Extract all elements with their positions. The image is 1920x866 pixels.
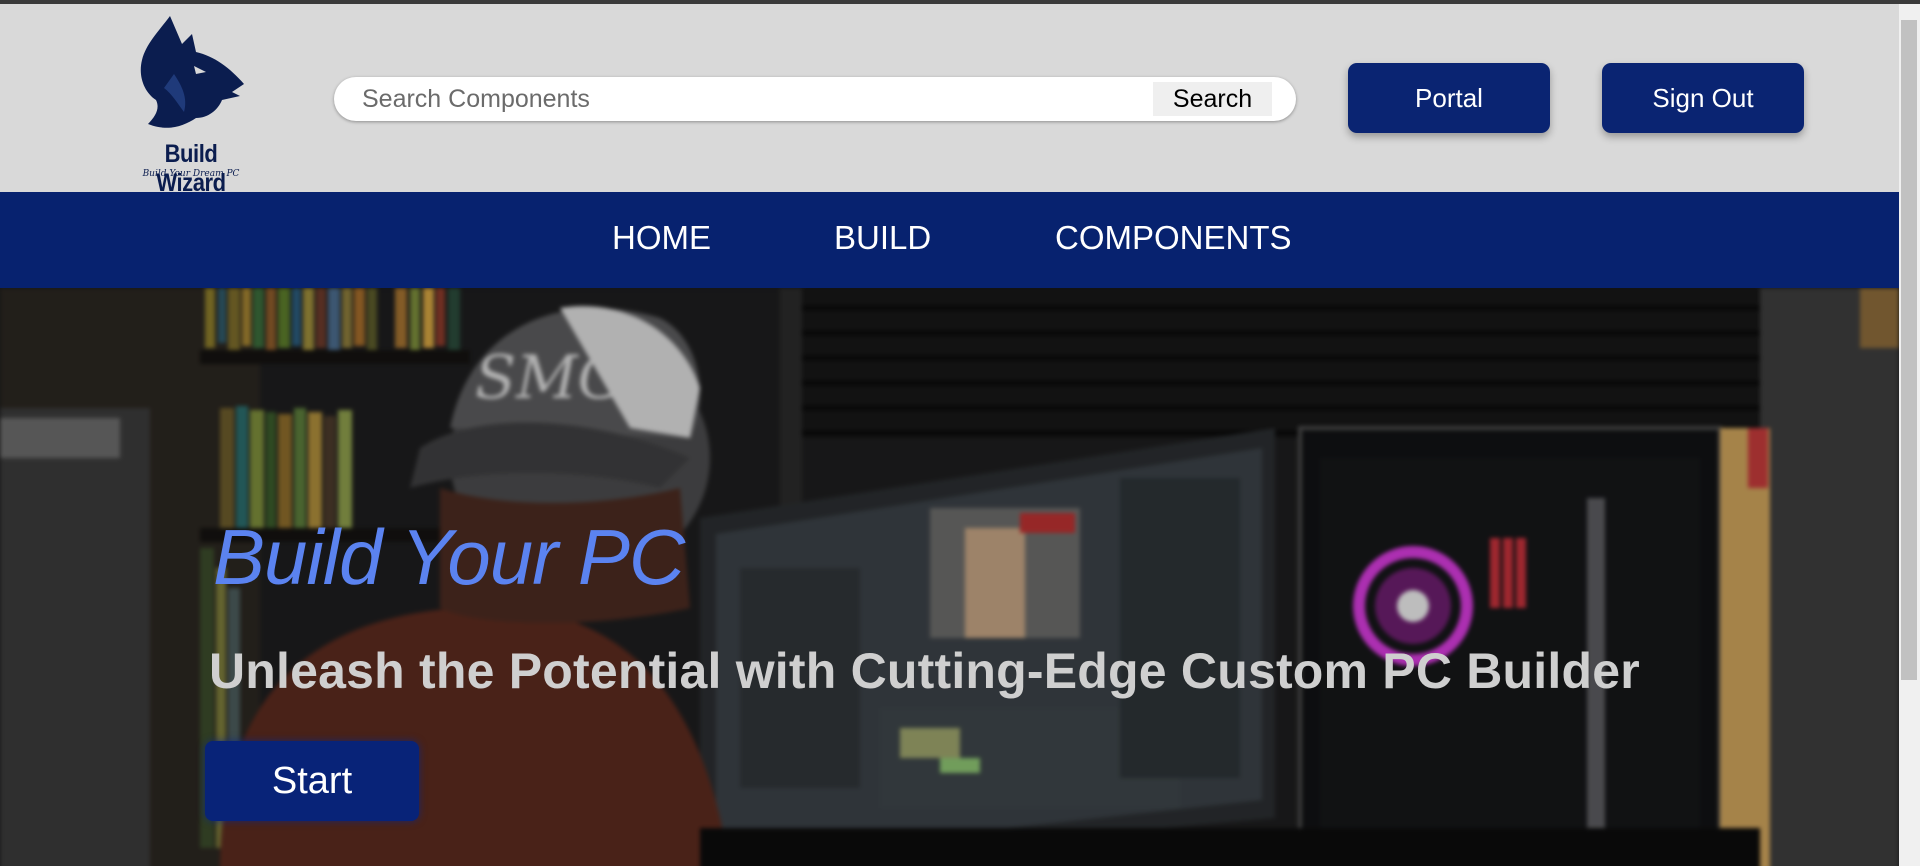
nav-item-home[interactable]: HOME (612, 219, 711, 257)
search-input[interactable] (362, 77, 1182, 121)
hero-banner: SMG Build Your PC Unleash the Potential … (0, 288, 1899, 866)
hero-subtitle: Unleash the Potential with Cutting-Edge … (209, 643, 1640, 699)
portal-button[interactable]: Portal (1348, 63, 1550, 133)
scrollbar-thumb[interactable] (1901, 20, 1917, 680)
nav-item-build[interactable]: BUILD (834, 219, 931, 257)
main-nav: HOME BUILD COMPONENTS (0, 192, 1899, 288)
search-button[interactable]: Search (1153, 82, 1272, 116)
sign-out-button[interactable]: Sign Out (1602, 63, 1804, 133)
logo-tagline: Build Your Dream PC (142, 169, 240, 179)
wolf-icon (140, 16, 244, 128)
page: Build Wizard Build Your Dream PC Search … (0, 4, 1899, 866)
brand-logo[interactable]: Build Wizard Build Your Dream PC (128, 14, 254, 197)
hero-title: Build Your PC (213, 513, 685, 601)
nav-item-components[interactable]: COMPONENTS (1055, 219, 1292, 257)
search-bar: Search (334, 77, 1296, 121)
start-button[interactable]: Start (205, 741, 419, 821)
site-header: Build Wizard Build Your Dream PC Search … (0, 4, 1899, 197)
